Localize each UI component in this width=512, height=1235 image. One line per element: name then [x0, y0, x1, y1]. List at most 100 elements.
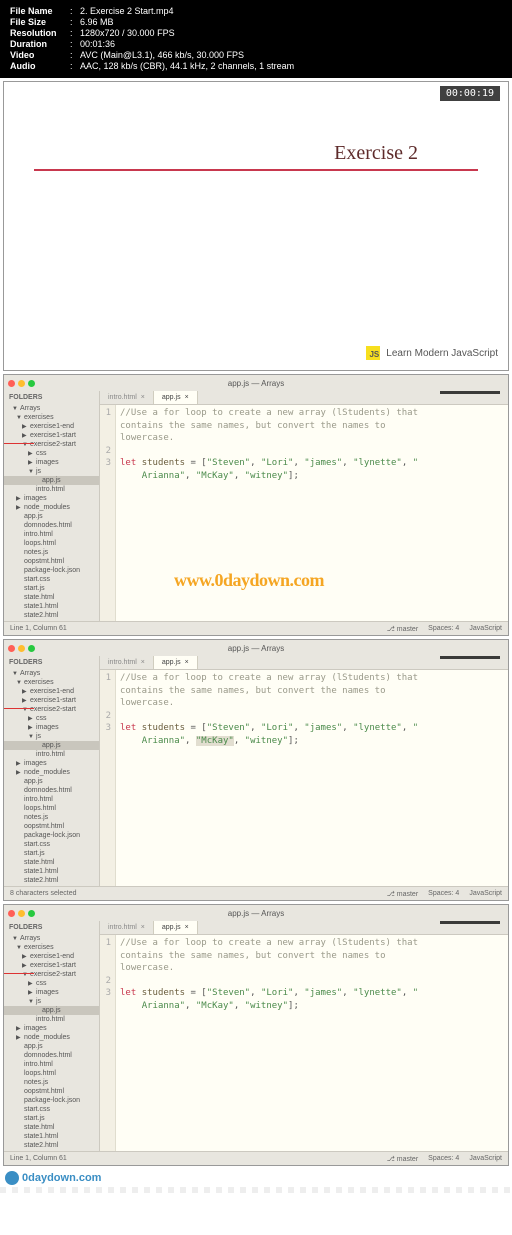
folder-tree[interactable]: ▼Arrays▼exercises▶exercise1-end▶exercise… [4, 934, 99, 1150]
close-tab-icon[interactable]: × [185, 659, 189, 666]
close-window-icon[interactable] [8, 645, 15, 652]
tree-item[interactable]: ▶node_modules [4, 768, 99, 777]
folder-tree[interactable]: ▼Arrays▼exercises▶exercise1-end▶exercise… [4, 404, 99, 620]
tree-item[interactable]: ▼Arrays [4, 934, 99, 943]
tree-item[interactable]: notes.js [4, 1078, 99, 1087]
tree-item[interactable]: oopstmt.html [4, 822, 99, 831]
tree-item[interactable]: ▶css [4, 979, 99, 988]
tree-item[interactable]: app.js [4, 1006, 99, 1015]
tree-item[interactable]: domnodes.html [4, 1051, 99, 1060]
window-controls[interactable] [8, 380, 35, 387]
maximize-window-icon[interactable] [28, 910, 35, 917]
maximize-window-icon[interactable] [28, 645, 35, 652]
tree-item[interactable]: package-lock.json [4, 566, 99, 575]
tree-item[interactable]: state1.html [4, 867, 99, 876]
tree-item[interactable]: ▶images [4, 723, 99, 732]
close-window-icon[interactable] [8, 380, 15, 387]
tree-item[interactable]: state1.html [4, 602, 99, 611]
tree-item[interactable]: loops.html [4, 804, 99, 813]
status-lang[interactable]: JavaScript [469, 625, 502, 633]
tab-intro-html[interactable]: intro.html× [100, 391, 154, 404]
tab-intro-html[interactable]: intro.html× [100, 656, 154, 669]
code-lines[interactable]: //Use a for loop to create a new array (… [116, 405, 508, 621]
tree-item[interactable]: loops.html [4, 539, 99, 548]
tree-item[interactable]: ▶images [4, 458, 99, 467]
tree-item[interactable]: start.js [4, 584, 99, 593]
tree-item[interactable]: package-lock.json [4, 1096, 99, 1105]
tree-item[interactable]: ▶node_modules [4, 503, 99, 512]
tree-item[interactable]: ▶exercise1-start [4, 961, 99, 970]
tab-app-js[interactable]: app.js× [154, 921, 198, 934]
tree-item[interactable]: state2.html [4, 1141, 99, 1150]
sidebar[interactable]: FOLDERS ▼Arrays▼exercises▶exercise1-end▶… [4, 391, 100, 621]
tree-item[interactable]: ▶images [4, 494, 99, 503]
tree-item[interactable]: ▼Arrays [4, 404, 99, 413]
code-editor[interactable]: 1 23 //Use a for loop to create a new ar… [100, 670, 508, 886]
tree-item[interactable]: app.js [4, 476, 99, 485]
status-lang[interactable]: JavaScript [469, 890, 502, 898]
tree-item[interactable]: start.js [4, 1114, 99, 1123]
status-spaces[interactable]: Spaces: 4 [428, 1155, 459, 1163]
tree-item[interactable]: app.js [4, 777, 99, 786]
close-tab-icon[interactable]: × [141, 659, 145, 666]
tree-item[interactable]: notes.js [4, 813, 99, 822]
tree-item[interactable]: ▼exercises [4, 678, 99, 687]
code-lines[interactable]: //Use a for loop to create a new array (… [116, 670, 508, 886]
tree-item[interactable]: ▼js [4, 467, 99, 476]
tab-intro-html[interactable]: intro.html× [100, 921, 154, 934]
tree-item[interactable]: ▼exercise2-start [4, 440, 99, 449]
tree-item[interactable]: ▶images [4, 988, 99, 997]
tree-item[interactable]: intro.html [4, 1060, 99, 1069]
tree-item[interactable]: start.css [4, 1105, 99, 1114]
tree-item[interactable]: intro.html [4, 530, 99, 539]
status-spaces[interactable]: Spaces: 4 [428, 625, 459, 633]
status-branch[interactable]: ⎇ master [387, 1155, 418, 1163]
sidebar[interactable]: FOLDERS ▼Arrays▼exercises▶exercise1-end▶… [4, 921, 100, 1151]
code-editor[interactable]: 1 23 //Use a for loop to create a new ar… [100, 405, 508, 621]
code-lines[interactable]: //Use a for loop to create a new array (… [116, 935, 508, 1151]
close-tab-icon[interactable]: × [185, 394, 189, 401]
tree-item[interactable]: ▼exercises [4, 413, 99, 422]
tree-item[interactable]: package-lock.json [4, 831, 99, 840]
close-tab-icon[interactable]: × [141, 394, 145, 401]
tree-item[interactable]: state2.html [4, 611, 99, 620]
tree-item[interactable]: ▶exercise1-end [4, 952, 99, 961]
folder-tree[interactable]: ▼Arrays▼exercises▶exercise1-end▶exercise… [4, 669, 99, 885]
tree-item[interactable]: ▶exercise1-start [4, 696, 99, 705]
tree-item[interactable]: notes.js [4, 548, 99, 557]
tree-item[interactable]: ▶css [4, 714, 99, 723]
tree-item[interactable]: start.css [4, 575, 99, 584]
tree-item[interactable]: ▶exercise1-end [4, 687, 99, 696]
minimize-window-icon[interactable] [18, 645, 25, 652]
tree-item[interactable]: app.js [4, 741, 99, 750]
status-spaces[interactable]: Spaces: 4 [428, 890, 459, 898]
tree-item[interactable]: intro.html [4, 750, 99, 759]
maximize-window-icon[interactable] [28, 380, 35, 387]
window-controls[interactable] [8, 645, 35, 652]
tree-item[interactable]: ▼exercise2-start [4, 970, 99, 979]
tree-item[interactable]: loops.html [4, 1069, 99, 1078]
status-lang[interactable]: JavaScript [469, 1155, 502, 1163]
status-branch[interactable]: ⎇ master [387, 625, 418, 633]
tree-item[interactable]: state1.html [4, 1132, 99, 1141]
sidebar[interactable]: FOLDERS ▼Arrays▼exercises▶exercise1-end▶… [4, 656, 100, 886]
tree-item[interactable]: intro.html [4, 485, 99, 494]
tree-item[interactable]: domnodes.html [4, 786, 99, 795]
tree-item[interactable]: ▼exercises [4, 943, 99, 952]
tree-item[interactable]: app.js [4, 1042, 99, 1051]
window-controls[interactable] [8, 910, 35, 917]
status-branch[interactable]: ⎇ master [387, 890, 418, 898]
tree-item[interactable]: state.html [4, 1123, 99, 1132]
tree-item[interactable]: ▼Arrays [4, 669, 99, 678]
tree-item[interactable]: ▶images [4, 1024, 99, 1033]
minimize-window-icon[interactable] [18, 380, 25, 387]
tree-item[interactable]: ▼js [4, 732, 99, 741]
close-tab-icon[interactable]: × [141, 924, 145, 931]
tree-item[interactable]: oopstmt.html [4, 1087, 99, 1096]
tree-item[interactable]: ▶images [4, 759, 99, 768]
tab-app-js[interactable]: app.js× [154, 391, 198, 404]
tree-item[interactable]: ▶css [4, 449, 99, 458]
tree-item[interactable]: state.html [4, 593, 99, 602]
tree-item[interactable]: intro.html [4, 1015, 99, 1024]
tree-item[interactable]: ▶node_modules [4, 1033, 99, 1042]
